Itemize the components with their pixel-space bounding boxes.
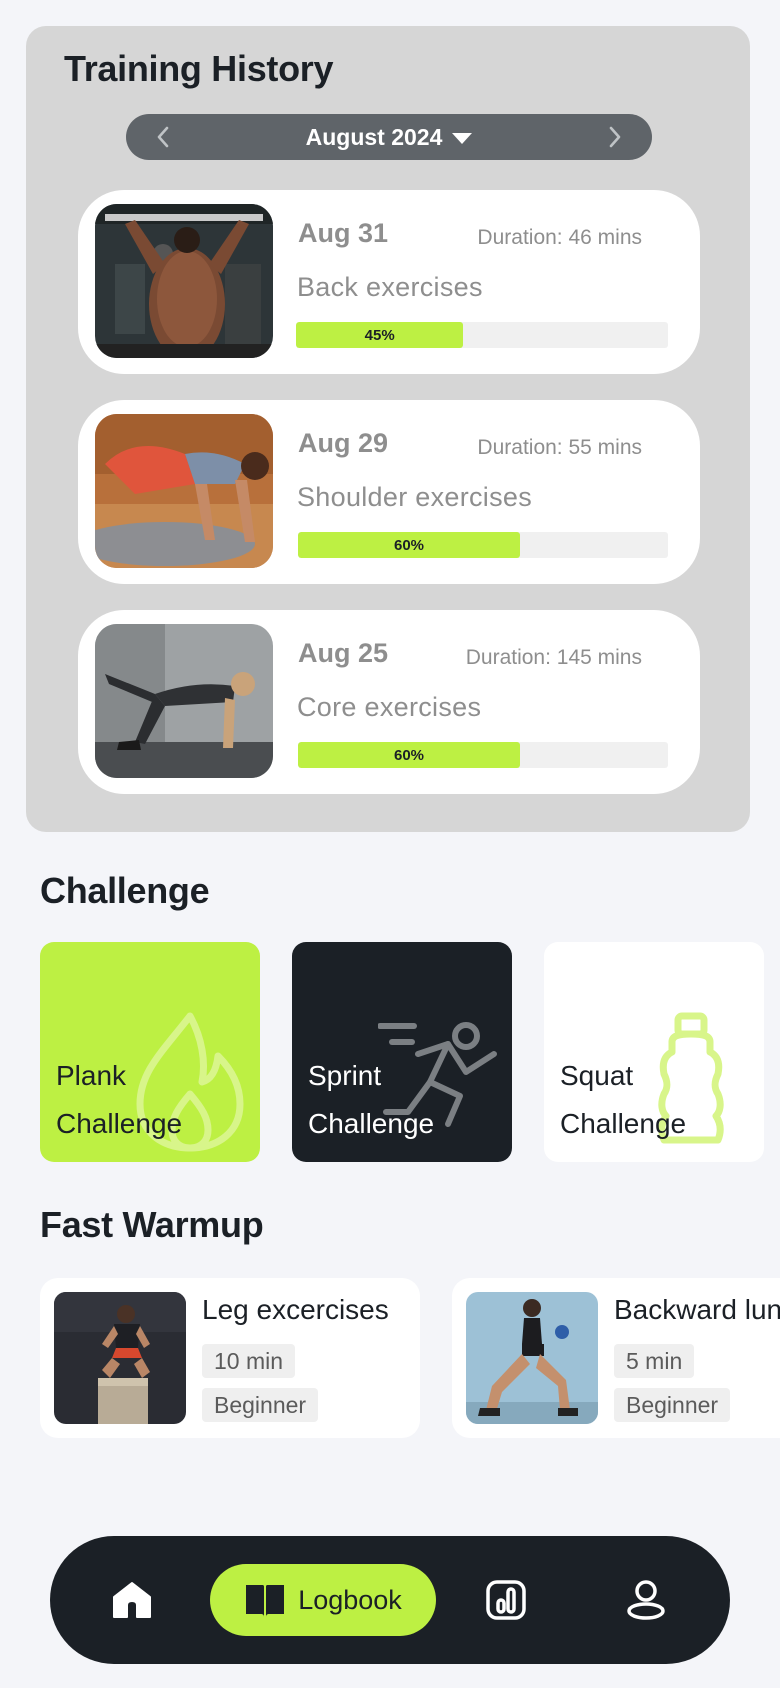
warmup-duration-tag: 5 min [614,1344,695,1378]
session-date: Aug 31 [298,218,389,248]
progress-label: 60% [393,536,425,554]
session-photo-shoulder [95,414,273,568]
warmup-level-tag: Beginner [614,1388,731,1422]
session-photo-core [95,624,273,778]
month-selector: August 2024 [126,114,652,160]
progress-label: 45% [364,326,395,344]
warmup-photo-leg [54,1292,186,1424]
home-icon [113,1582,151,1618]
nav-home[interactable] [100,1536,164,1664]
session-duration: Duration: 46 mins [477,226,642,249]
fast-warmup-heading: Fast Warmup [40,1204,264,1245]
challenge-card-sprint[interactable]: Sprint Challenge [292,942,512,1162]
challenge-card-plank[interactable]: Plank Challenge [40,942,260,1162]
warmup-level-tag: Beginner [202,1388,319,1422]
session-progress-bar: 45% [296,322,668,348]
user-icon [627,1580,665,1620]
session-name: Shoulder exercises [297,482,533,512]
challenge-card-squat[interactable]: Squat Challenge [544,942,764,1162]
nav-logbook-label: Logbook [298,1584,402,1615]
bottom-navigation: Logbook [50,1536,730,1664]
warmup-photo-lunge [466,1292,598,1424]
session-card[interactable]: Aug 25 Duration: 145 mins Core exercises… [78,610,700,794]
next-month-button[interactable] [592,114,638,160]
bar-chart-icon [486,1580,526,1620]
session-photo-back [95,204,273,358]
caret-down-icon [452,132,473,144]
warmup-card-lunge[interactable]: Backward lunge 5 min Beginner [452,1278,780,1438]
session-name: Back exercises [297,272,483,302]
warmup-title: Leg excercises [202,1294,389,1325]
session-card[interactable]: Aug 29 Duration: 55 mins Shoulder exerci… [78,400,700,584]
session-progress-bar: 60% [298,742,668,768]
challenge-label: Plank Challenge [56,1060,183,1139]
session-name: Core exercises [297,692,482,722]
month-label: August 2024 [305,123,443,150]
warmup-card-leg[interactable]: Leg excercises 10 min Beginner [40,1278,420,1438]
session-duration: Duration: 55 mins [477,436,642,459]
book-open-icon [246,1585,285,1617]
progress-label: 60% [393,746,425,764]
session-duration: Duration: 145 mins [465,646,642,669]
warmup-duration-tag: 10 min [202,1344,296,1378]
month-dropdown[interactable]: August 2024 [126,114,652,160]
challenge-heading: Challenge [40,870,210,911]
session-card[interactable]: Aug 31 Duration: 46 mins Back exercises … [78,190,700,374]
training-history-panel: Training History August 2024 Aug 31 Dura… [26,26,750,832]
session-date: Aug 25 [298,638,389,668]
session-date: Aug 29 [298,428,389,458]
training-history-title: Training History [64,48,334,89]
nav-profile[interactable] [614,1536,678,1664]
nav-logbook[interactable]: Logbook [210,1564,436,1636]
chevron-right-icon [609,126,621,148]
challenge-label: Sprint Challenge [308,1060,435,1139]
challenge-label: Squat Challenge [560,1060,687,1139]
session-progress-bar: 60% [298,532,668,558]
nav-stats[interactable] [474,1536,538,1664]
warmup-title: Backward lunge [614,1294,780,1325]
